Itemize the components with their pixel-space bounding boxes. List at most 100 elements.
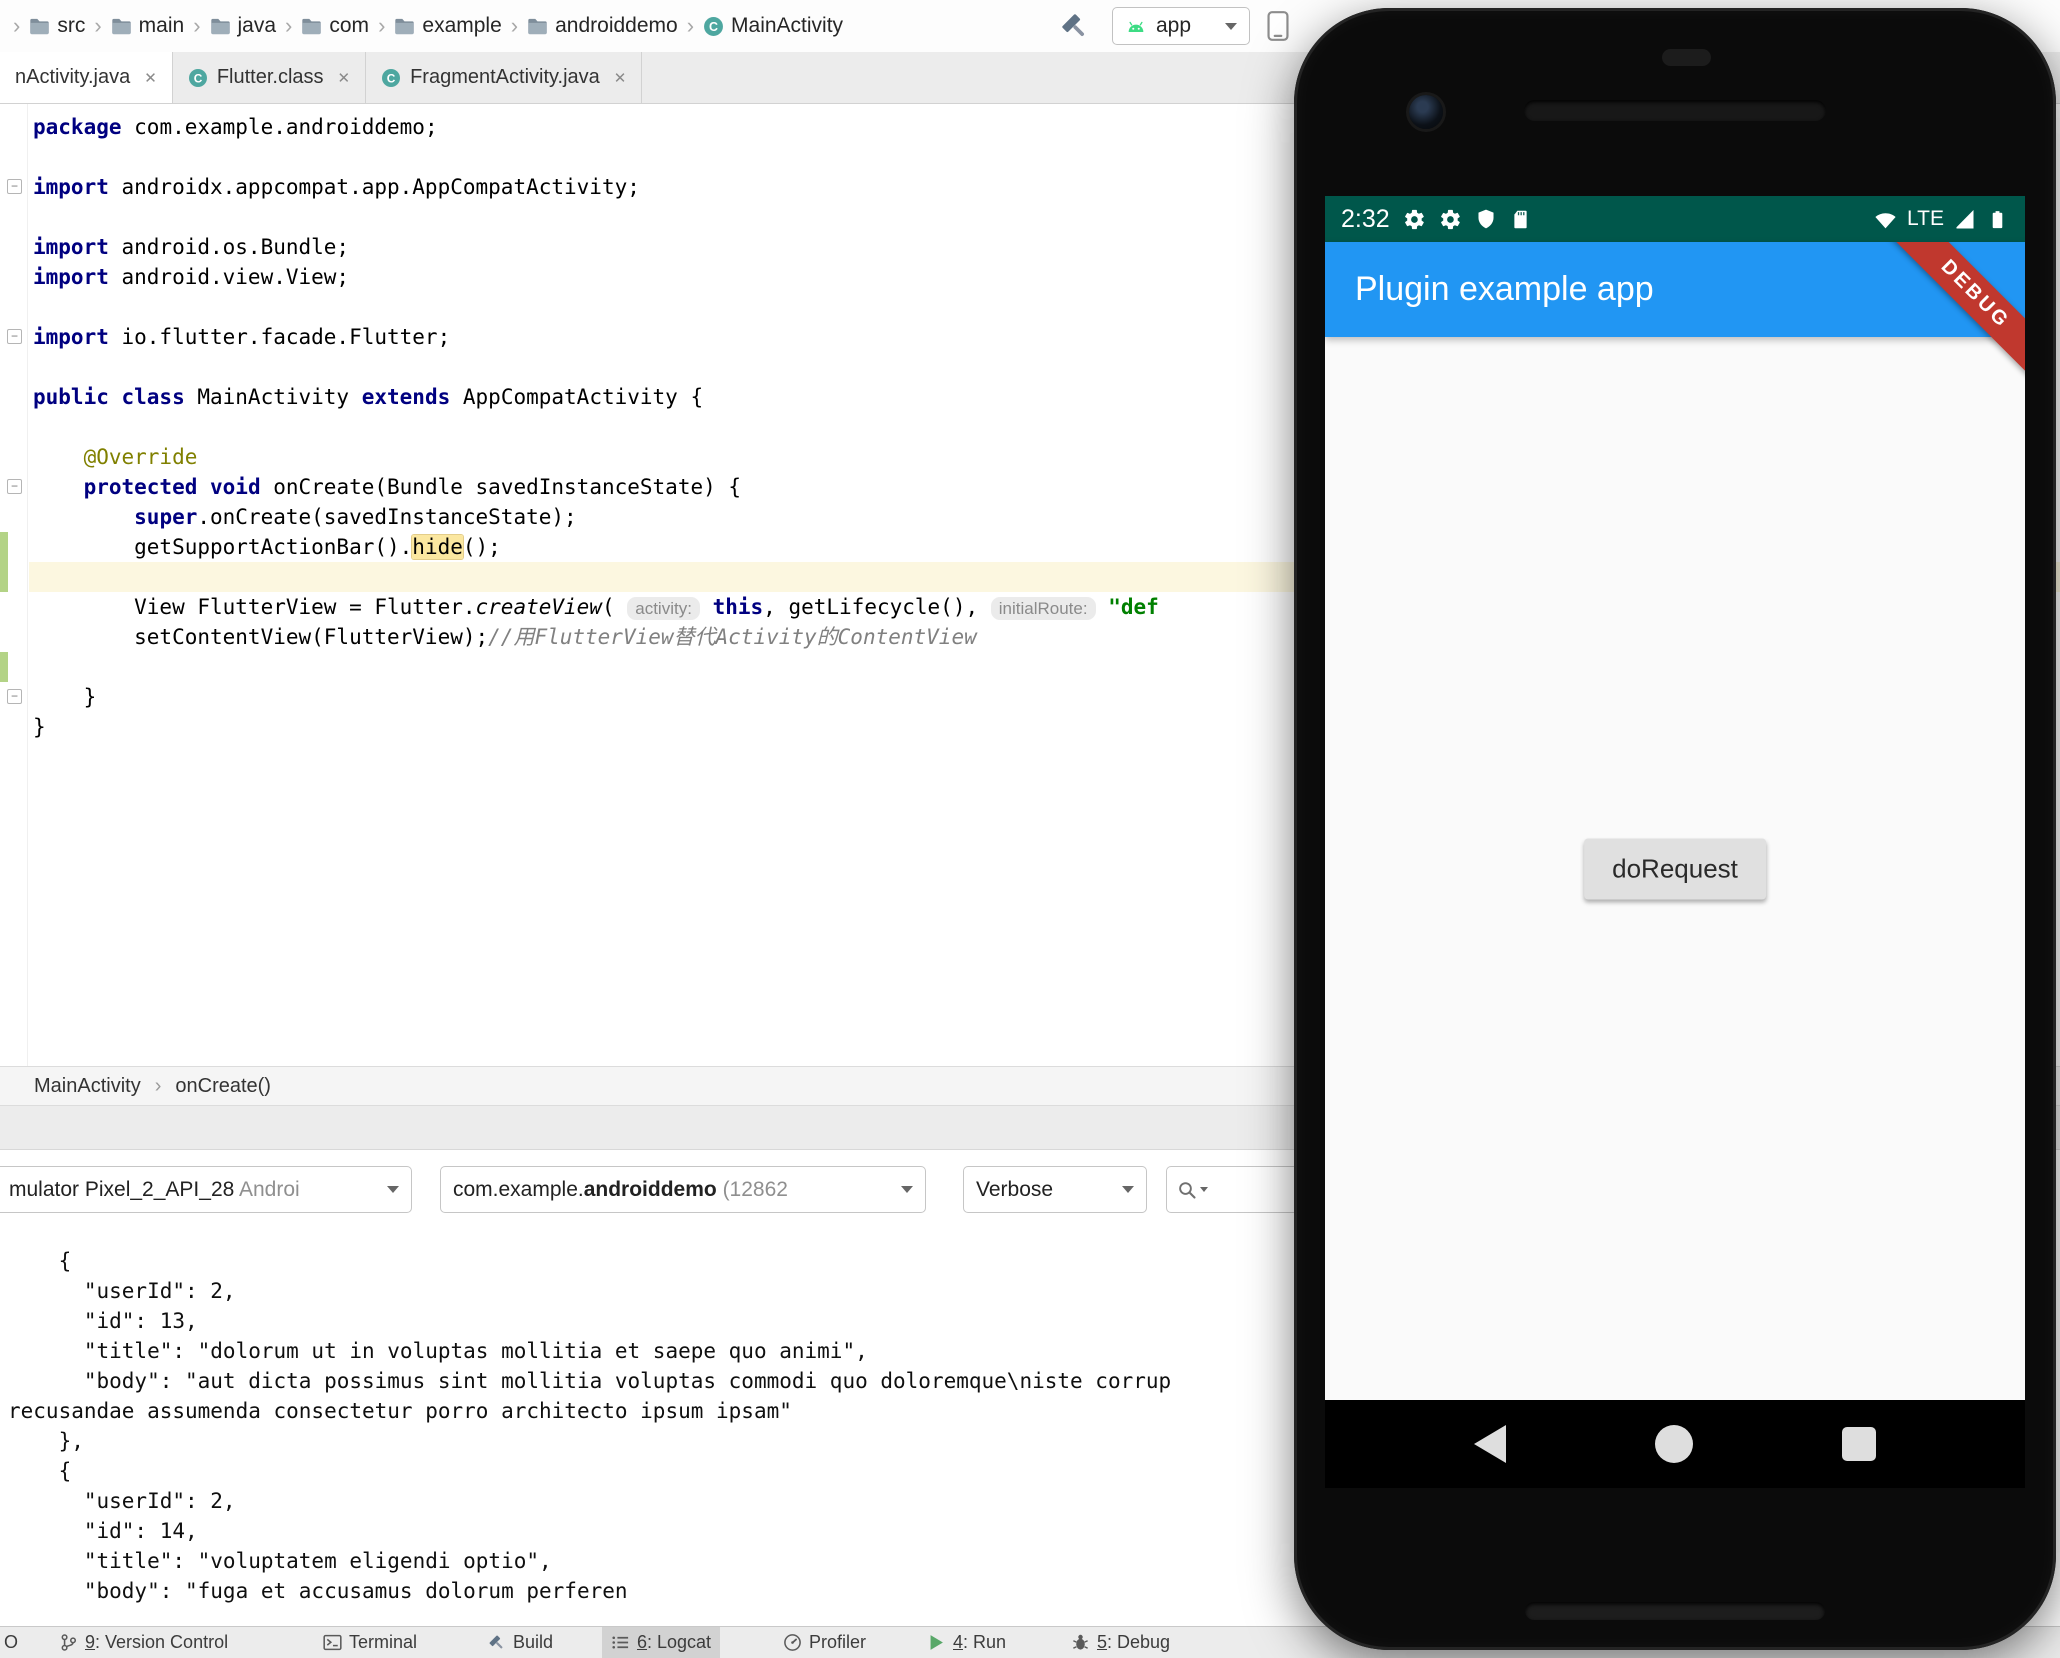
svg-text:C: C [709,19,718,33]
gutter-change-marker [0,562,8,592]
breadcrumb-item-com[interactable]: com [301,14,369,38]
terminal-icon [323,1633,342,1652]
do-request-button[interactable]: doRequest [1584,838,1766,899]
breadcrumb-method[interactable]: onCreate() [175,1075,271,1098]
folder-icon [301,16,322,37]
fold-icon[interactable]: − [7,179,22,194]
statusbar-item-5-debug[interactable]: 5: Debug [1062,1627,1179,1658]
clock-label: 2:32 [1341,205,1390,234]
class-icon: C [703,16,724,37]
breadcrumb-item-java[interactable]: java [210,14,277,38]
breadcrumb-separator: › [193,13,200,39]
process-dropdown[interactable]: com.example.androiddemo (12862 [440,1166,926,1213]
close-icon[interactable]: ✕ [144,69,157,87]
home-icon[interactable] [1655,1425,1693,1463]
folder-icon [527,16,548,37]
branch-icon [59,1633,78,1652]
breadcrumb-separator: › [285,13,292,39]
editor-tab[interactable]: C FragmentActivity.java ✕ [366,52,642,103]
fold-icon[interactable]: − [7,329,22,344]
svg-text:C: C [387,71,396,85]
statusbar-item-label: Terminal [349,1632,417,1653]
breadcrumb-separator: › [13,13,20,39]
statusbar-item-label: 5: Debug [1097,1632,1170,1653]
statusbar-item-4-run[interactable]: 4: Run [918,1627,1015,1658]
statusbar-cut-text: O [4,1632,18,1653]
chevron-down-icon [1200,1187,1208,1192]
chevron-down-icon [387,1186,399,1193]
build-hammer-icon[interactable] [1058,10,1090,42]
statusbar-item-profiler[interactable]: Profiler [774,1627,875,1658]
run-icon [927,1633,946,1652]
run-config-select[interactable]: app [1112,7,1250,45]
class-icon: C [381,68,401,88]
breadcrumb-item-src[interactable]: src [29,14,85,38]
close-icon[interactable]: ✕ [338,69,351,87]
battery-icon [1986,208,2009,231]
recents-icon[interactable] [1842,1427,1876,1461]
status-bar-right: LTE [1873,207,2009,232]
device-manager-icon[interactable] [1266,10,1290,42]
folder-icon [210,16,231,37]
statusbar-item-terminal[interactable]: Terminal [314,1627,426,1658]
breadcrumb-label: com [329,14,369,38]
gear-icon [1439,208,1462,231]
statusbar-item-label: 4: Run [953,1632,1006,1653]
process-dropdown-value: com.example.androiddemo (12862 [453,1178,788,1202]
phone-earpiece-speaker [1524,100,1826,121]
statusbar-item-6-logcat[interactable]: 6: Logcat [602,1627,720,1658]
chevron-separator: › [155,1075,162,1098]
tab-label: FragmentActivity.java [410,66,600,89]
close-icon[interactable]: ✕ [614,69,627,87]
android-studio-window: { "colors": { "phone_statusbar": "#00574… [0,0,2060,1658]
gutter-change-marker [0,652,8,682]
app-bar-title: Plugin example app [1355,270,1654,309]
breadcrumb-item-mainactivity[interactable]: C MainActivity [703,14,843,38]
breadcrumb-separator: › [378,13,385,39]
statusbar-item-label: Profiler [809,1632,866,1653]
hammer-icon [487,1633,506,1652]
folder-icon [394,16,415,37]
back-icon[interactable] [1474,1425,1506,1463]
profiler-icon [783,1633,802,1652]
statusbar-item-9-version-control[interactable]: 9: Version Control [50,1627,237,1658]
chevron-down-icon [1122,1186,1134,1193]
search-icon [1177,1180,1197,1200]
app-content: doRequest [1325,337,2025,1400]
phone-screen: 2:32 LTE Plugin example app doRequest DE… [1325,196,2025,1488]
run-toolbar: app [1058,0,1250,52]
editor-tab[interactable]: C Flutter.class ✕ [173,52,366,103]
android-emulator: 2:32 LTE Plugin example app doRequest DE… [1294,8,2056,1650]
shield-icon [1475,208,1497,230]
statusbar-item-build[interactable]: Build [478,1627,562,1658]
editor-tab[interactable]: nActivity.java ✕ [0,52,173,103]
breadcrumb-item-androiddemo[interactable]: androiddemo [527,14,678,38]
breadcrumb-label: src [57,14,85,38]
class-icon: C [188,68,208,88]
gear-icon [1403,208,1426,231]
breadcrumb-class[interactable]: MainActivity [34,1075,141,1098]
phone-nav-bar [1325,1400,2025,1488]
fold-icon[interactable]: − [7,689,22,704]
fold-icon[interactable]: − [7,479,22,494]
sdcard-icon [1510,209,1531,230]
folder-icon [111,16,132,37]
breadcrumb-item-main[interactable]: main [111,14,185,38]
breadcrumb-label: MainActivity [731,14,843,38]
breadcrumb-item-example[interactable]: example [394,14,501,38]
phone-front-camera [1409,95,1443,129]
device-dropdown[interactable]: mulator Pixel_2_API_28 Androi [0,1166,412,1213]
log-level-dropdown[interactable]: Verbose [963,1166,1147,1213]
statusbar-item-label: 9: Version Control [85,1632,228,1653]
tab-label: nActivity.java [15,66,130,89]
tab-label: Flutter.class [217,66,324,89]
breadcrumb-label: example [422,14,501,38]
phone-bottom-speaker [1525,1602,1825,1620]
breadcrumb: ›src›main›java›com›example›androiddemo›C… [0,13,843,39]
statusbar-item-label: 6: Logcat [637,1632,711,1653]
chevron-down-icon [901,1186,913,1193]
app-bar: Plugin example app [1325,242,2025,337]
wifi-icon [1873,207,1898,232]
loglist-icon [611,1633,630,1652]
folder-icon [29,16,50,37]
